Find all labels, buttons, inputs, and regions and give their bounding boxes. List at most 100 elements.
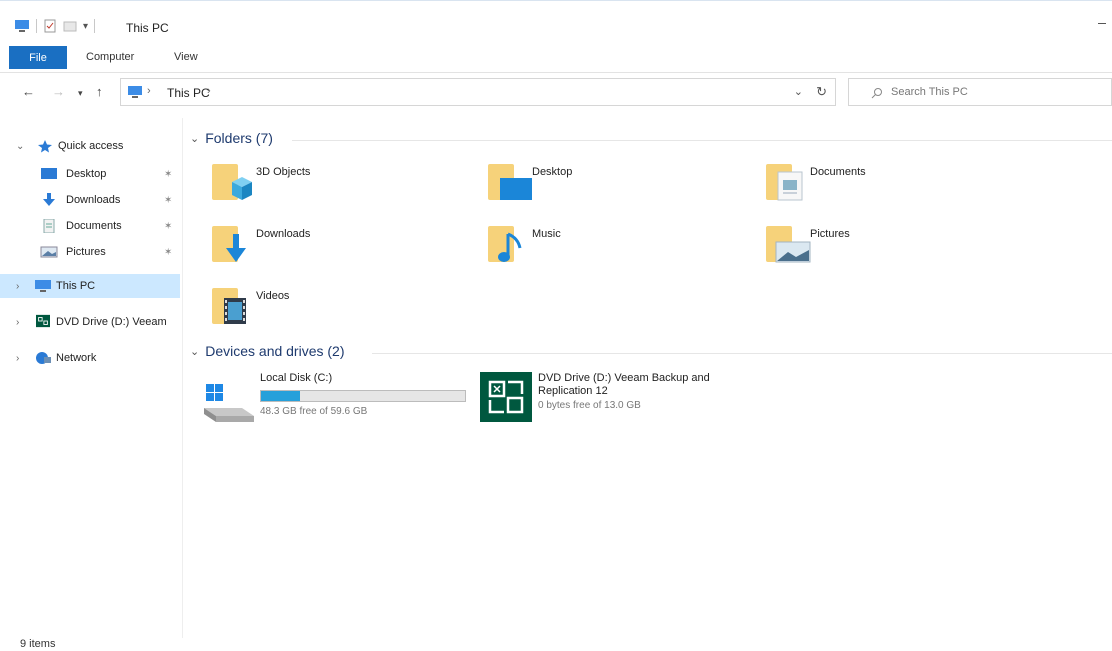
folder-desktop[interactable]: Desktop bbox=[486, 158, 746, 212]
ribbon-divider bbox=[0, 72, 1112, 73]
drive-name: Local Disk (C:) bbox=[260, 372, 333, 384]
desktop-icon bbox=[488, 164, 532, 200]
drive-free-space: 0 bytes free of 13.0 GB bbox=[538, 400, 641, 411]
nav-item-label: Downloads bbox=[66, 194, 121, 206]
network-icon bbox=[36, 352, 51, 364]
pin-icon: ✶ bbox=[164, 168, 173, 180]
separator bbox=[94, 19, 96, 33]
this-pc-icon bbox=[15, 20, 29, 32]
folder-videos[interactable]: Videos bbox=[210, 282, 470, 336]
documents-icon bbox=[43, 219, 55, 233]
folder-pictures[interactable]: Pictures bbox=[764, 220, 1024, 274]
downloads-icon bbox=[43, 193, 55, 206]
search-box[interactable]: Search This PC bbox=[848, 78, 1112, 106]
folder-downloads[interactable]: Downloads bbox=[210, 220, 470, 274]
minimize-button[interactable] bbox=[1098, 23, 1106, 24]
star-icon bbox=[38, 140, 52, 153]
drive-usage-fill bbox=[261, 391, 300, 401]
customize-toolbar-chevron-icon[interactable]: ▾ bbox=[83, 21, 88, 32]
status-item-count: 9 items bbox=[20, 638, 56, 650]
desktop-icon bbox=[41, 168, 57, 179]
this-pc-icon bbox=[35, 280, 51, 292]
nav-network[interactable]: › Network bbox=[0, 346, 180, 370]
folder-label: Downloads bbox=[256, 228, 311, 240]
quick-access-toolbar: ▾ bbox=[14, 19, 96, 33]
devices-group-label: Devices and drives (2) bbox=[205, 343, 345, 359]
nav-item-documents[interactable]: Documents ✶ bbox=[0, 214, 180, 238]
veeam-icon bbox=[36, 314, 50, 328]
pin-icon: ✶ bbox=[164, 220, 173, 232]
folder-3d-objects[interactable]: 3D Objects bbox=[210, 158, 470, 212]
drive-free-space: 48.3 GB free of 59.6 GB bbox=[260, 406, 368, 417]
forward-arrow-icon[interactable]: → bbox=[52, 84, 65, 99]
collapse-chevron-icon[interactable]: ⌄ bbox=[190, 132, 199, 145]
nav-item-label: Documents bbox=[66, 220, 122, 232]
breadcrumb-chevron-icon[interactable]: › bbox=[147, 85, 151, 97]
group-divider bbox=[292, 140, 1112, 141]
expand-chevron-icon[interactable]: › bbox=[16, 281, 19, 292]
downloads-icon bbox=[212, 226, 246, 262]
properties-icon[interactable] bbox=[43, 19, 57, 33]
expand-chevron-icon[interactable]: ⌄ bbox=[16, 141, 24, 152]
pin-icon: ✶ bbox=[164, 194, 173, 206]
expand-chevron-icon[interactable]: › bbox=[16, 353, 19, 364]
drive-usage-bar bbox=[260, 390, 466, 402]
breadcrumb-this-pc[interactable]: This PC bbox=[167, 86, 210, 100]
3d-objects-icon bbox=[212, 164, 252, 200]
nav-item-pictures[interactable]: Pictures ✶ bbox=[0, 240, 180, 264]
ribbon-tabs: File Computer View bbox=[0, 46, 1112, 72]
drive-name-line2: Replication 12 bbox=[538, 385, 608, 397]
address-bar[interactable]: › This PC › ⌄ ↻ bbox=[120, 78, 836, 106]
nav-item-desktop[interactable]: Desktop ✶ bbox=[0, 162, 180, 186]
nav-item-downloads[interactable]: Downloads ✶ bbox=[0, 188, 180, 212]
expand-chevron-icon[interactable]: › bbox=[16, 317, 19, 328]
group-divider bbox=[372, 353, 1112, 354]
nav-this-pc[interactable]: › This PC bbox=[0, 274, 180, 298]
breadcrumb-chevron-icon[interactable]: › bbox=[207, 85, 211, 97]
new-folder-icon[interactable] bbox=[63, 19, 77, 33]
pin-icon: ✶ bbox=[164, 246, 173, 258]
nav-dvd-drive-label: DVD Drive (D:) Veeam bbox=[56, 316, 167, 328]
folder-label: 3D Objects bbox=[256, 166, 311, 178]
separator bbox=[36, 19, 37, 33]
tab-view[interactable]: View bbox=[174, 51, 198, 63]
folder-documents[interactable]: Documents bbox=[764, 158, 1024, 212]
veeam-icon bbox=[480, 372, 532, 422]
drive-dvd-d[interactable]: DVD Drive (D:) Veeam Backup and Replicat… bbox=[480, 370, 780, 426]
folder-label: Desktop bbox=[532, 166, 573, 178]
devices-group-header[interactable]: ⌄ Devices and drives (2) bbox=[190, 343, 345, 359]
videos-icon bbox=[212, 288, 246, 324]
folder-label: Music bbox=[532, 228, 561, 240]
recent-locations-chevron-icon[interactable]: ▾ bbox=[78, 88, 83, 99]
up-arrow-icon[interactable]: ↑ bbox=[96, 84, 103, 99]
drive-local-disk-c[interactable]: Local Disk (C:) 48.3 GB free of 59.6 GB bbox=[202, 370, 472, 426]
nav-quick-access[interactable]: ⌄ Quick access bbox=[0, 134, 180, 158]
nav-this-pc-label: This PC bbox=[56, 280, 96, 292]
nav-network-label: Network bbox=[56, 352, 97, 364]
nav-item-label: Pictures bbox=[66, 246, 106, 258]
navigation-pane: ⌄ Quick access Desktop ✶ Downloads ✶ Doc… bbox=[0, 118, 183, 638]
drive-name-line1: DVD Drive (D:) Veeam Backup and bbox=[538, 372, 710, 384]
address-dropdown-chevron-icon[interactable]: ⌄ bbox=[794, 85, 803, 98]
refresh-icon[interactable]: ↻ bbox=[816, 84, 827, 100]
window-title: This PC bbox=[126, 21, 169, 35]
back-arrow-icon[interactable]: ← bbox=[22, 84, 35, 99]
folders-group-header[interactable]: ⌄ Folders (7) bbox=[190, 130, 273, 146]
tab-file[interactable]: File bbox=[9, 46, 67, 69]
collapse-chevron-icon[interactable]: ⌄ bbox=[190, 345, 199, 358]
folder-music[interactable]: Music bbox=[486, 220, 746, 274]
documents-icon bbox=[766, 164, 803, 201]
pictures-icon bbox=[40, 246, 58, 258]
this-pc-icon bbox=[128, 86, 142, 98]
folder-label: Documents bbox=[810, 166, 866, 178]
music-icon bbox=[488, 226, 522, 262]
nav-item-label: Desktop bbox=[66, 168, 107, 180]
search-input[interactable]: Search This PC bbox=[891, 86, 968, 98]
folder-label: Videos bbox=[256, 290, 290, 302]
nav-quick-access-label: Quick access bbox=[58, 140, 124, 152]
pictures-icon bbox=[766, 226, 811, 263]
tab-computer[interactable]: Computer bbox=[86, 51, 134, 63]
nav-dvd-drive[interactable]: › DVD Drive (D:) Veeam bbox=[0, 310, 180, 334]
search-icon bbox=[871, 88, 882, 99]
folder-label: Pictures bbox=[810, 228, 850, 240]
